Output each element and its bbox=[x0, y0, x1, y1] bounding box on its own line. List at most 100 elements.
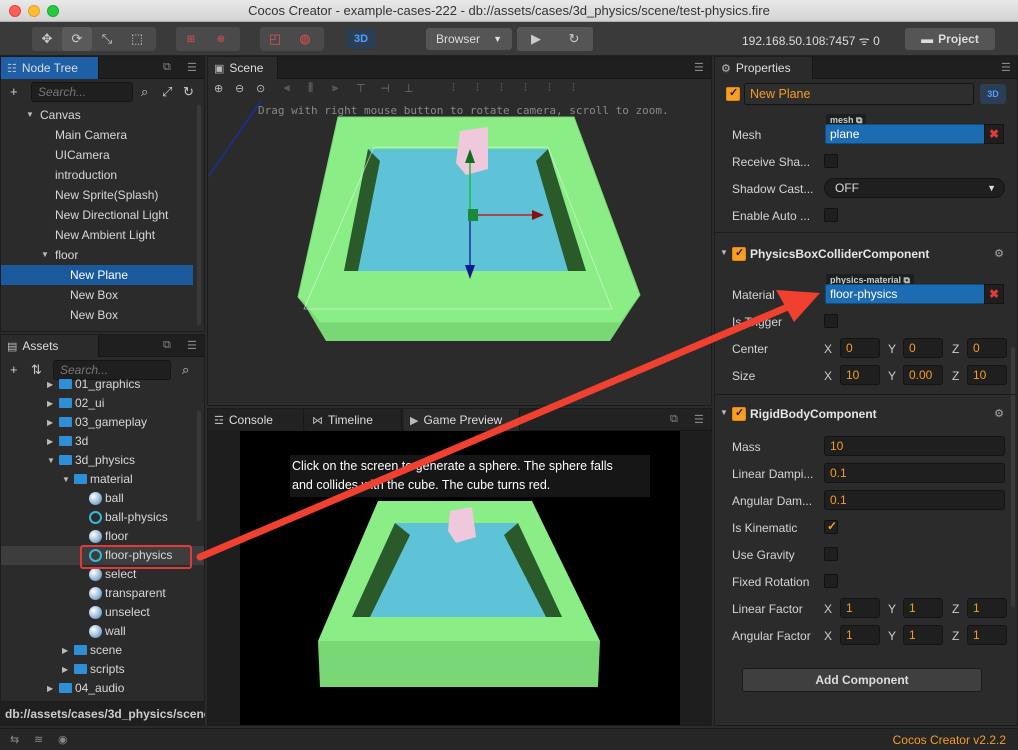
maximize-icon[interactable]: ⧉ bbox=[670, 413, 678, 426]
asset-item[interactable]: ball-physics bbox=[1, 508, 204, 527]
tab-node-tree[interactable]: ☷ Node Tree bbox=[1, 57, 99, 79]
distribute-icon[interactable]: ⫶ bbox=[500, 82, 503, 95]
database-icon[interactable]: ≋ bbox=[34, 733, 43, 746]
project-button[interactable]: ▬ Project bbox=[905, 28, 995, 50]
linear-factor-x-input[interactable]: 1 bbox=[840, 598, 880, 618]
asset-item[interactable]: ▼ 3d_physics bbox=[1, 451, 204, 470]
distribute-icon[interactable]: ⫶ bbox=[548, 82, 551, 95]
angular-factor-z-input[interactable]: 1 bbox=[967, 625, 1007, 645]
tree-item[interactable]: ▼ floor bbox=[1, 245, 204, 265]
center-z-input[interactable]: 0 bbox=[967, 338, 1007, 358]
globe-icon[interactable]: ◍ bbox=[290, 27, 320, 51]
align-middle-icon[interactable]: ⊣ bbox=[380, 82, 390, 95]
asset-item[interactable]: transparent bbox=[1, 584, 204, 603]
rigidbody-enabled-checkbox[interactable] bbox=[732, 406, 746, 421]
tree-item[interactable]: Main Camera bbox=[1, 125, 204, 145]
tree-item[interactable]: New Directional Light bbox=[1, 205, 204, 225]
refresh-icon[interactable]: ↻ bbox=[183, 84, 194, 100]
rect-tool-icon[interactable]: ⬚ bbox=[122, 27, 152, 51]
mass-input[interactable]: 10 bbox=[824, 436, 1005, 456]
menu-icon[interactable]: ☰ bbox=[187, 61, 197, 74]
menu-icon[interactable]: ☰ bbox=[694, 413, 704, 426]
local-global-icon[interactable]: ⊕ bbox=[206, 27, 236, 51]
align-right-icon[interactable]: ⫸ bbox=[332, 82, 338, 95]
tree-item[interactable]: introduction bbox=[1, 165, 204, 185]
snap-icon[interactable]: ◰ bbox=[260, 27, 290, 51]
rigidbody-header[interactable]: ▼ RigidBodyComponent ⚙ bbox=[714, 402, 1018, 426]
fixed-rotation-checkbox[interactable] bbox=[824, 574, 838, 588]
tree-item[interactable]: New Box bbox=[1, 285, 204, 305]
material-asset-field[interactable]: floor-physics bbox=[825, 284, 985, 304]
angular-factor-x-input[interactable]: 1 bbox=[840, 625, 880, 645]
linear-damping-input[interactable]: 0.1 bbox=[824, 463, 1005, 483]
asset-item[interactable]: ▶ 01_graphics bbox=[1, 375, 204, 394]
enable-auto-checkbox[interactable] bbox=[824, 208, 838, 222]
asset-item[interactable]: ▶ scripts bbox=[1, 660, 204, 679]
tree-item[interactable]: ▼ Canvas bbox=[1, 105, 204, 125]
asset-item[interactable]: wall bbox=[1, 622, 204, 641]
node-name-input[interactable]: New Plane bbox=[744, 83, 974, 105]
chevron-down-icon[interactable]: ▼ bbox=[720, 408, 728, 417]
asset-item[interactable]: unselect bbox=[1, 603, 204, 622]
node-3d-badge[interactable]: 3D bbox=[980, 84, 1006, 104]
clear-mesh-icon[interactable]: ✖ bbox=[984, 124, 1004, 144]
distribute-icon[interactable]: ⫶ bbox=[572, 82, 575, 95]
move-tool-icon[interactable]: ✥ bbox=[32, 27, 62, 51]
game-preview-canvas[interactable]: Click on the screen to generate a sphere… bbox=[240, 431, 680, 725]
tree-item-selected[interactable]: New Plane bbox=[1, 265, 193, 285]
mode-3d-toggle[interactable]: 3D bbox=[346, 29, 376, 49]
zoom-out-icon[interactable]: ⊖ bbox=[235, 82, 244, 95]
mesh-asset-field[interactable]: plane bbox=[825, 124, 985, 144]
align-bottom-icon[interactable]: ⊥ bbox=[404, 82, 414, 95]
center-y-input[interactable]: 0 bbox=[903, 338, 943, 358]
distribute-icon[interactable]: ⫶ bbox=[476, 82, 479, 95]
asset-item[interactable]: ▶ 04_audio bbox=[1, 679, 204, 698]
center-x-input[interactable]: 0 bbox=[840, 338, 880, 358]
menu-icon[interactable]: ☰ bbox=[694, 61, 704, 74]
asset-item[interactable]: ▶ scene bbox=[1, 641, 204, 660]
node-active-checkbox[interactable] bbox=[726, 86, 740, 101]
asset-item[interactable]: floor bbox=[1, 527, 204, 546]
collapse-icon[interactable]: ⤢ bbox=[162, 84, 172, 100]
gear-icon[interactable]: ⚙ bbox=[994, 247, 1004, 260]
pivot-icon[interactable]: ⊞ bbox=[176, 27, 206, 51]
distribute-icon[interactable]: ⫶ bbox=[524, 82, 527, 95]
asset-item[interactable]: ▶ 02_ui bbox=[1, 394, 204, 413]
asset-item[interactable]: ▶ 03_gameplay bbox=[1, 413, 204, 432]
tree-item[interactable]: New Box bbox=[1, 305, 204, 325]
shadow-casting-select[interactable]: OFF ▼ bbox=[824, 178, 1005, 198]
rotate-tool-icon[interactable]: ⟳ bbox=[62, 27, 92, 51]
receive-shadows-checkbox[interactable] bbox=[824, 154, 838, 168]
refresh-icon[interactable]: ↻ bbox=[555, 27, 593, 51]
tab-assets[interactable]: ▤ Assets bbox=[1, 335, 99, 357]
clear-material-icon[interactable]: ✖ bbox=[984, 284, 1004, 304]
tab-game-preview[interactable]: ▶ Game Preview bbox=[404, 409, 520, 431]
scale-tool-icon[interactable]: ⤡ bbox=[92, 27, 122, 51]
tab-timeline[interactable]: ⋈ Timeline bbox=[306, 409, 402, 431]
asset-item[interactable]: ▼ material bbox=[1, 470, 204, 489]
asset-item[interactable]: ▶ 3d bbox=[1, 432, 204, 451]
collider-enabled-checkbox[interactable] bbox=[732, 246, 746, 261]
is-trigger-checkbox[interactable] bbox=[824, 314, 838, 328]
tab-properties[interactable]: ⚙ Properties bbox=[715, 57, 813, 79]
preview-platform-select[interactable]: Browser ▼ bbox=[426, 28, 512, 50]
tab-console[interactable]: ☲ Console bbox=[208, 409, 304, 431]
angular-damping-input[interactable]: 0.1 bbox=[824, 490, 1005, 510]
linear-factor-z-input[interactable]: 1 bbox=[967, 598, 1007, 618]
zoom-reset-icon[interactable]: ⊙ bbox=[256, 82, 265, 95]
search-icon[interactable]: ⌕ bbox=[141, 84, 148, 100]
size-x-input[interactable]: 10 bbox=[840, 365, 880, 385]
maximize-icon[interactable]: ⧉ bbox=[163, 61, 171, 74]
node-search-input[interactable]: Search... bbox=[31, 82, 133, 102]
distribute-icon[interactable]: ⫶ bbox=[452, 82, 455, 95]
use-gravity-checkbox[interactable] bbox=[824, 547, 838, 561]
zoom-in-icon[interactable]: ⊕ bbox=[214, 82, 223, 95]
add-icon[interactable]: + bbox=[10, 84, 18, 99]
gear-icon[interactable]: ⚙ bbox=[994, 407, 1004, 420]
tree-item[interactable]: UICamera bbox=[1, 145, 204, 165]
sync-icon[interactable]: ⇆ bbox=[10, 733, 19, 746]
chevron-down-icon[interactable]: ▼ bbox=[720, 248, 728, 257]
linear-factor-y-input[interactable]: 1 bbox=[903, 598, 943, 618]
menu-icon[interactable]: ☰ bbox=[1001, 61, 1011, 74]
add-component-button[interactable]: Add Component bbox=[742, 668, 982, 692]
